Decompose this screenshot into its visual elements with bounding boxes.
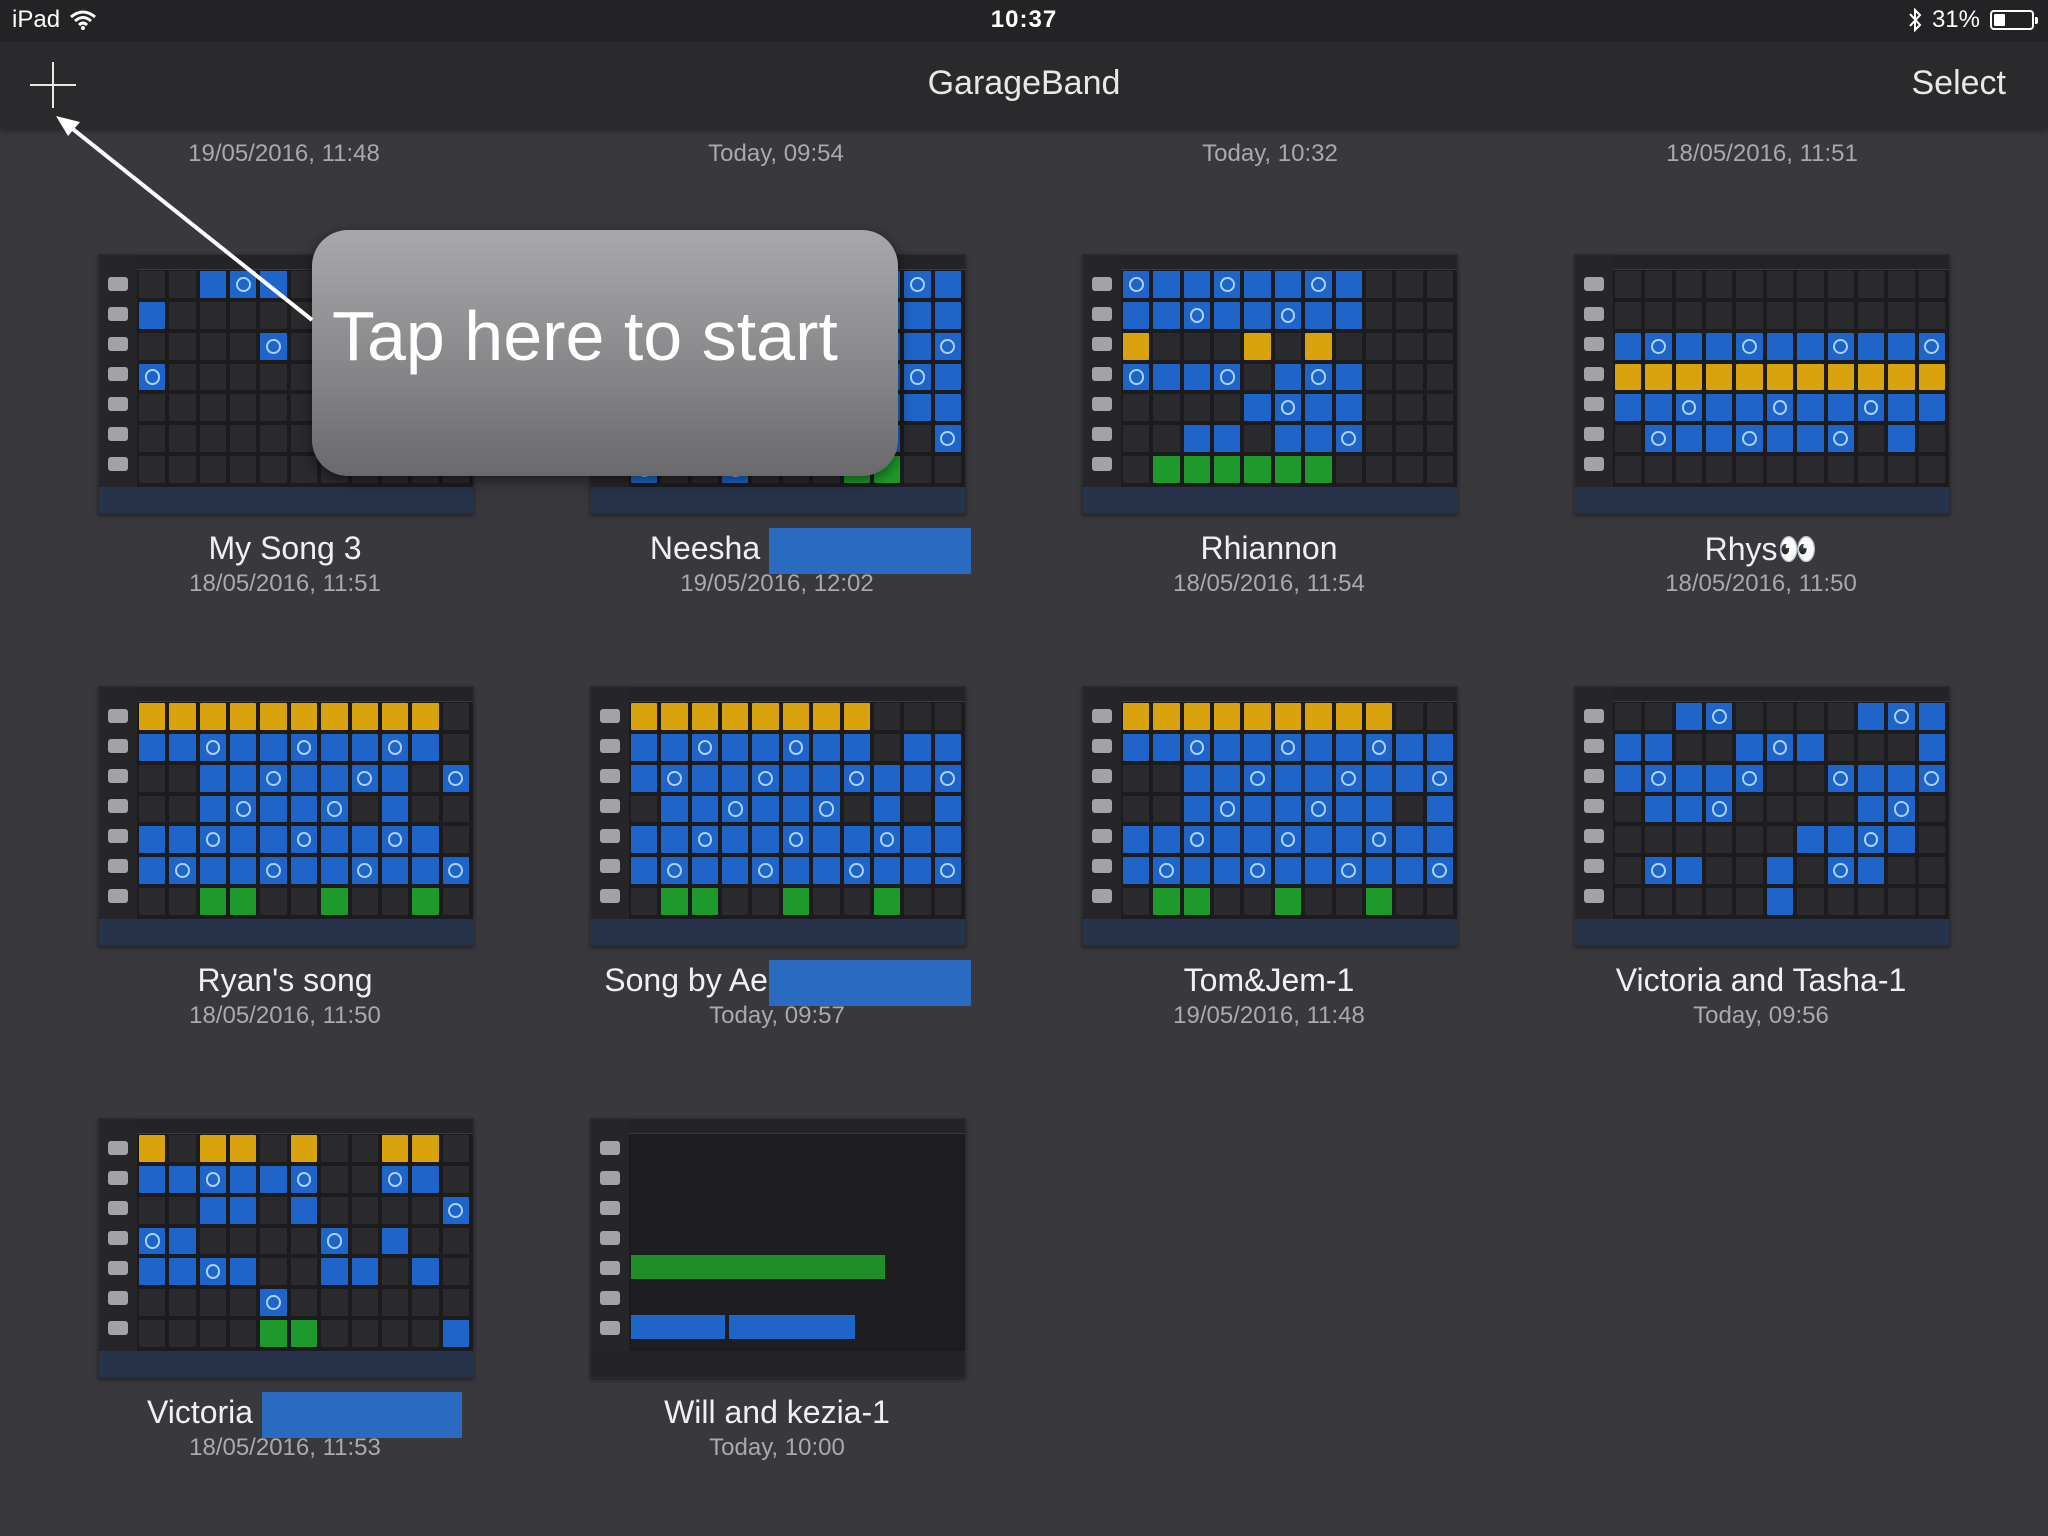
arrow-icon — [56, 116, 314, 322]
